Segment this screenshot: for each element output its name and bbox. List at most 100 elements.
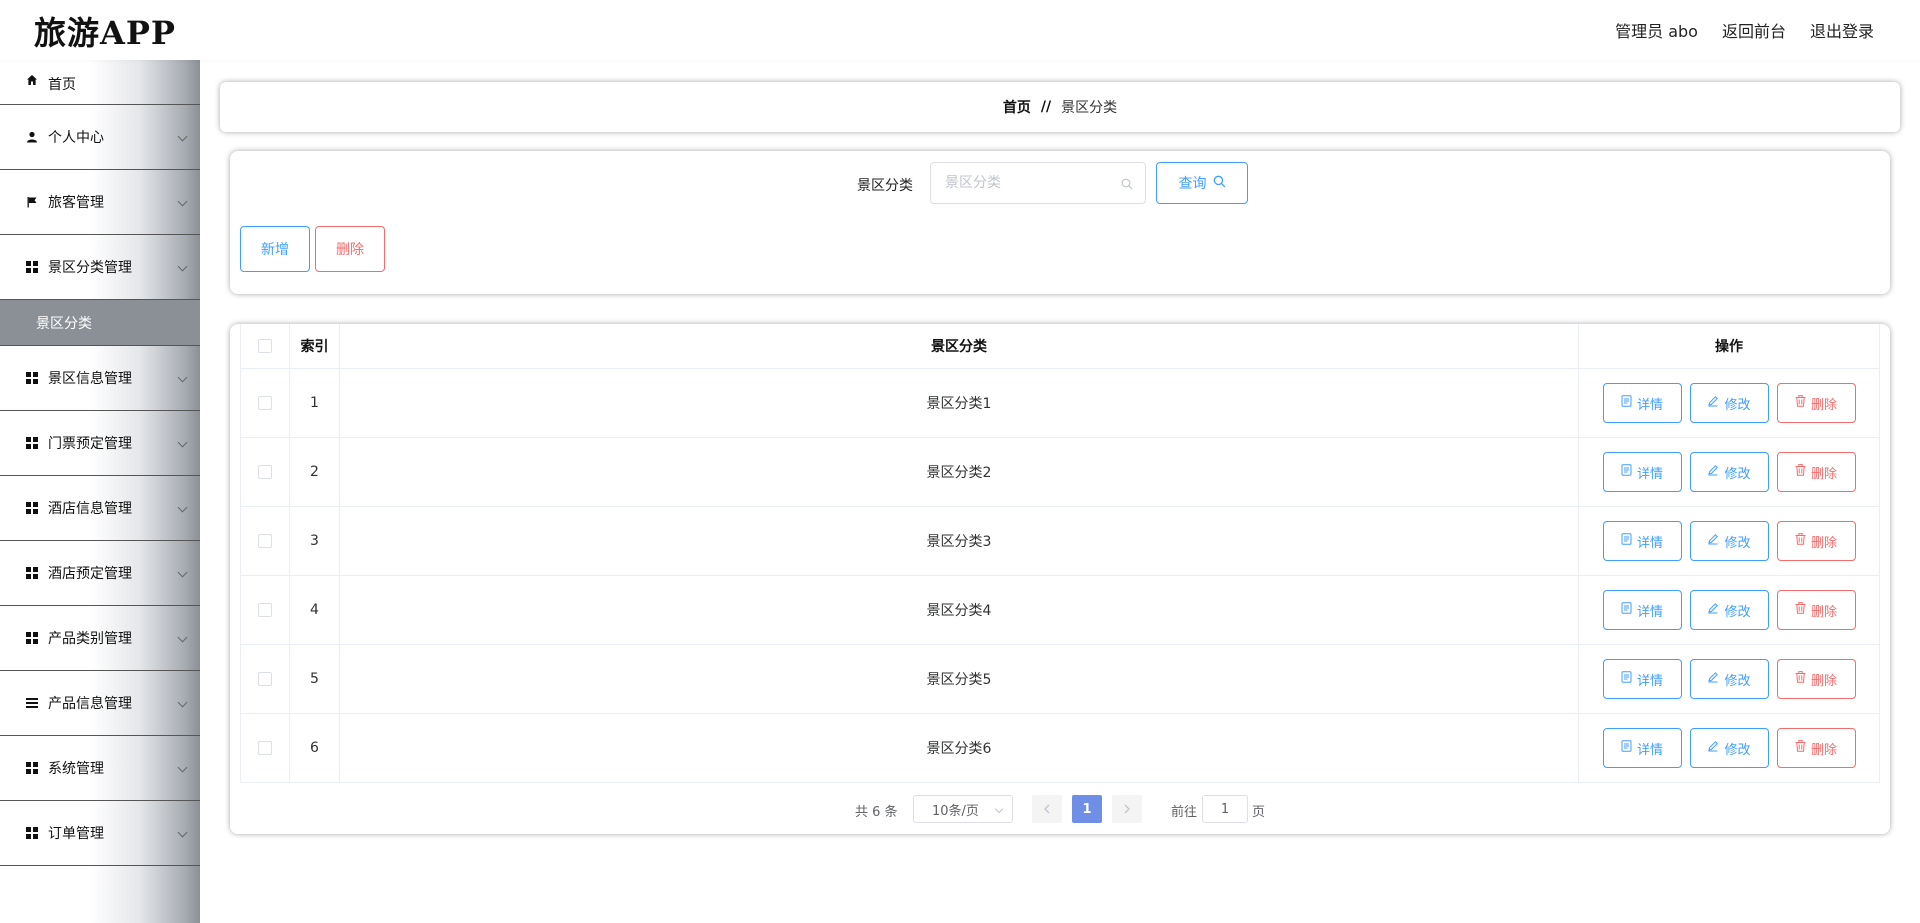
chevron-down-icon	[177, 131, 188, 142]
grid-icon	[26, 632, 38, 644]
detail-button[interactable]: 详情	[1602, 590, 1682, 630]
sidebar-item-hotel-booking-management[interactable]: 酒店预定管理	[0, 541, 200, 606]
edit-button[interactable]: 修改	[1689, 452, 1769, 492]
row-checkbox[interactable]	[258, 465, 272, 479]
edit-button-label: 修改	[1724, 673, 1751, 689]
chevron-down-icon	[177, 762, 188, 773]
row-category: 景区分类1	[340, 369, 1579, 437]
top-header: 旅游APP 管理员 abo 返回前台 退出登录	[0, 0, 1920, 60]
header-checkbox-cell	[240, 324, 290, 368]
table-row: 2 景区分类2 详情 修改 删除	[240, 438, 1880, 507]
sidebar-item-scenic-info-management[interactable]: 景区信息管理	[0, 346, 200, 411]
header-category: 景区分类	[340, 324, 1579, 368]
query-button[interactable]: 查询	[1156, 162, 1248, 204]
row-checkbox[interactable]	[258, 396, 272, 410]
row-index: 2	[290, 438, 340, 506]
pagination-total: 共 6 条	[855, 805, 898, 820]
row-index: 4	[290, 576, 340, 644]
detail-button-label: 详情	[1636, 604, 1663, 620]
sidebar-item-label: 酒店信息管理	[48, 501, 132, 517]
table-row: 5 景区分类5 详情 修改 删除	[240, 645, 1880, 714]
header-ops: 操作	[1579, 324, 1880, 368]
row-checkbox[interactable]	[258, 672, 272, 686]
sidebar-item-traveler-management[interactable]: 旅客管理	[0, 170, 200, 235]
edit-button[interactable]: 修改	[1689, 383, 1769, 423]
detail-button[interactable]: 详情	[1602, 452, 1682, 492]
page-number-button[interactable]: 1	[1072, 795, 1102, 823]
sidebar-item-label: 系统管理	[48, 761, 104, 777]
goto-page-input[interactable]	[1202, 795, 1248, 823]
delete-button[interactable]: 删除	[1776, 590, 1856, 630]
row-checkbox[interactable]	[258, 603, 272, 617]
detail-button[interactable]: 详情	[1602, 383, 1682, 423]
breadcrumb-current: 景区分类	[1061, 100, 1118, 116]
detail-button[interactable]: 详情	[1602, 728, 1682, 768]
home-icon	[26, 74, 38, 86]
delete-button[interactable]: 删除	[1776, 728, 1856, 768]
chevron-down-icon	[994, 804, 1004, 814]
sidebar-item-hotel-info-management[interactable]: 酒店信息管理	[0, 476, 200, 541]
chevron-down-icon	[177, 567, 188, 578]
detail-button[interactable]: 详情	[1602, 521, 1682, 561]
sidebar-item-ticket-booking-management[interactable]: 门票预定管理	[0, 411, 200, 476]
trash-icon	[1795, 464, 1806, 480]
row-index: 6	[290, 714, 340, 782]
sidebar-item-product-category-management[interactable]: 产品类别管理	[0, 606, 200, 671]
data-table: 索引 景区分类 操作 1 景区分类1 详情 修改 删除 2 景区分类2 详情 修…	[240, 324, 1880, 783]
document-icon	[1621, 464, 1632, 480]
edit-button[interactable]: 修改	[1689, 590, 1769, 630]
row-ops: 详情 修改 删除	[1579, 576, 1880, 644]
page-size-select[interactable]: 10条/页	[913, 795, 1013, 823]
row-checkbox-cell	[240, 507, 290, 575]
edit-button[interactable]: 修改	[1689, 728, 1769, 768]
back-to-front-link[interactable]: 返回前台	[1722, 18, 1786, 42]
edit-button[interactable]: 修改	[1689, 521, 1769, 561]
document-icon	[1621, 395, 1632, 411]
prev-page-button[interactable]	[1032, 795, 1062, 823]
search-input[interactable]	[930, 162, 1146, 204]
trash-icon	[1795, 671, 1806, 687]
detail-button-label: 详情	[1636, 466, 1663, 482]
sidebar-item-label: 个人中心	[48, 130, 104, 146]
delete-button[interactable]: 删除	[1776, 452, 1856, 492]
sidebar-item-home[interactable]: 首页	[0, 60, 200, 105]
breadcrumb-home[interactable]: 首页	[1003, 97, 1031, 117]
logout-link[interactable]: 退出登录	[1810, 18, 1874, 42]
app-logo: 旅游APP	[34, 14, 176, 52]
query-button-label: 查询	[1178, 176, 1207, 192]
row-checkbox[interactable]	[258, 534, 272, 548]
delete-button[interactable]: 删除	[1776, 521, 1856, 561]
sidebar-item-scenic-category-management[interactable]: 景区分类管理	[0, 235, 200, 300]
chevron-down-icon	[177, 437, 188, 448]
edit-button[interactable]: 修改	[1689, 659, 1769, 699]
select-all-checkbox[interactable]	[258, 339, 272, 353]
pencil-icon	[1707, 671, 1719, 687]
pencil-icon	[1707, 533, 1719, 549]
sidebar-item-order-management[interactable]: 订单管理	[0, 801, 200, 866]
next-page-button[interactable]	[1112, 795, 1142, 823]
edit-button-label: 修改	[1724, 397, 1751, 413]
sidebar-item-label: 产品信息管理	[48, 696, 132, 712]
admin-user-label[interactable]: 管理员 abo	[1615, 18, 1698, 42]
delete-button[interactable]: 删除	[1776, 383, 1856, 423]
delete-button-label: 删除	[1810, 673, 1837, 689]
delete-button[interactable]: 删除	[1776, 659, 1856, 699]
sidebar-item-label: 景区分类管理	[48, 260, 132, 276]
trash-icon	[1795, 740, 1806, 756]
batch-delete-button[interactable]: 删除	[315, 226, 385, 272]
row-category: 景区分类4	[340, 576, 1579, 644]
sidebar-item-product-info-management[interactable]: 产品信息管理	[0, 671, 200, 736]
sidebar-item-personal-center[interactable]: 个人中心	[0, 105, 200, 170]
row-ops: 详情 修改 删除	[1579, 438, 1880, 506]
sidebar-item-system-management[interactable]: 系统管理	[0, 736, 200, 801]
add-button[interactable]: 新增	[240, 226, 310, 272]
header-index: 索引	[290, 324, 340, 368]
detail-button[interactable]: 详情	[1602, 659, 1682, 699]
grid-icon	[26, 372, 38, 384]
row-checkbox[interactable]	[258, 741, 272, 755]
sidebar-item-label: 景区信息管理	[48, 371, 132, 387]
row-ops: 详情 修改 删除	[1579, 645, 1880, 713]
search-icon	[1213, 175, 1226, 192]
sidebar-subitem-scenic-category[interactable]: 景区分类	[0, 300, 200, 346]
pencil-icon	[1707, 464, 1719, 480]
